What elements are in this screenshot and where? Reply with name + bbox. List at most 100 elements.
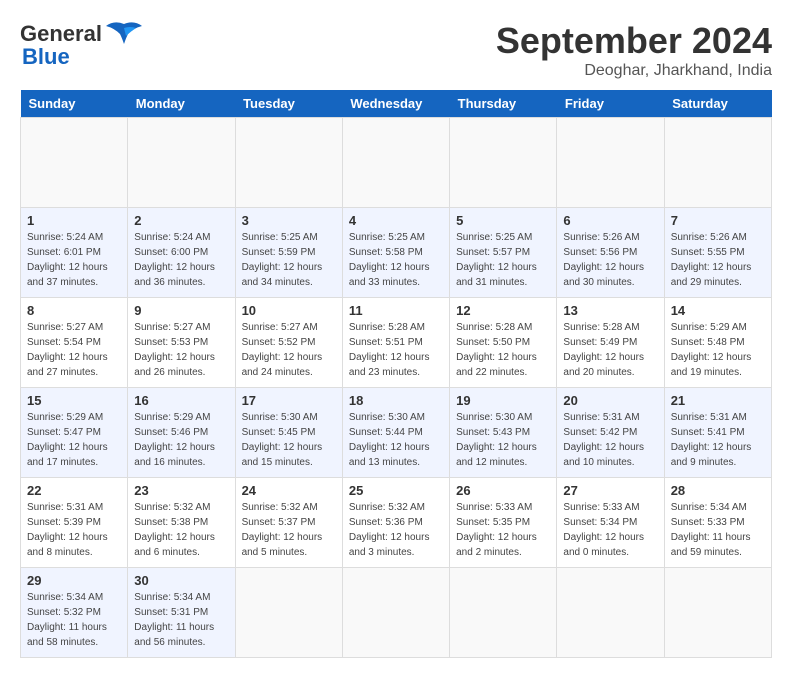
page-header: General Blue September 2024 Deoghar, Jha… (20, 20, 772, 80)
calendar-cell: 4Sunrise: 5:25 AMSunset: 5:58 PMDaylight… (342, 208, 449, 298)
day-info: Sunrise: 5:30 AMSunset: 5:43 PMDaylight:… (456, 410, 550, 470)
day-number: 22 (27, 483, 121, 498)
day-info: Sunrise: 5:28 AMSunset: 5:51 PMDaylight:… (349, 320, 443, 380)
calendar-cell: 18Sunrise: 5:30 AMSunset: 5:44 PMDayligh… (342, 388, 449, 478)
logo-general: General (20, 21, 102, 46)
day-number: 6 (563, 213, 657, 228)
day-number: 25 (349, 483, 443, 498)
calendar-cell (128, 118, 235, 208)
logo: General Blue (20, 20, 142, 70)
calendar-cell: 19 Sunrise: 5:30 AMSunset: 5:43 PMDayligh… (450, 388, 557, 478)
calendar-table: Sunday Monday Tuesday Wednesday Thursday… (20, 90, 772, 658)
day-number: 24 (242, 483, 336, 498)
day-number: 26 (456, 483, 550, 498)
day-info: Sunrise: 5:27 AMSunset: 5:53 PMDaylight:… (134, 320, 228, 380)
day-number: 29 (27, 573, 121, 588)
calendar-cell: 22 Sunrise: 5:31 AMSunset: 5:39 PMDayligh… (21, 478, 128, 568)
day-number: 7 (671, 213, 765, 228)
day-info: Sunrise: 5:24 AMSunset: 6:01 PMDaylight:… (27, 230, 121, 290)
day-info: Sunrise: 5:29 AMSunset: 5:46 PMDaylight:… (134, 410, 228, 470)
calendar-cell: 9 Sunrise: 5:27 AMSunset: 5:53 PMDaylight… (128, 298, 235, 388)
calendar-row-2: 8Sunrise: 5:27 AMSunset: 5:54 PMDaylight… (21, 298, 772, 388)
day-number: 9 (134, 303, 228, 318)
day-info: Sunrise: 5:29 AMSunset: 5:47 PMDaylight:… (27, 410, 121, 470)
day-info: Sunrise: 5:33 AMSunset: 5:35 PMDaylight:… (456, 500, 550, 560)
day-number: 28 (671, 483, 765, 498)
calendar-cell: 23Sunrise: 5:32 AMSunset: 5:38 PMDayligh… (128, 478, 235, 568)
calendar-cell (557, 568, 664, 658)
day-number: 20 (563, 393, 657, 408)
day-number: 1 (27, 213, 121, 228)
calendar-cell: 2Sunrise: 5:24 AMSunset: 6:00 PMDaylight… (128, 208, 235, 298)
calendar-cell (450, 118, 557, 208)
calendar-cell (342, 568, 449, 658)
calendar-header-row: Sunday Monday Tuesday Wednesday Thursday… (21, 90, 772, 118)
header-thursday: Thursday (450, 90, 557, 118)
day-info: Sunrise: 5:32 AMSunset: 5:36 PMDaylight:… (349, 500, 443, 560)
calendar-cell (450, 568, 557, 658)
calendar-cell: 30 Sunrise: 5:34 AMSunset: 5:31 PMDayligh… (128, 568, 235, 658)
calendar-cell: 7 Sunrise: 5:26 AMSunset: 5:55 PMDaylight… (664, 208, 771, 298)
calendar-cell (235, 118, 342, 208)
calendar-cell: 8Sunrise: 5:27 AMSunset: 5:54 PMDaylight… (21, 298, 128, 388)
day-info: Sunrise: 5:31 AMSunset: 5:39 PMDaylight:… (27, 500, 121, 560)
calendar-cell (342, 118, 449, 208)
header-monday: Monday (128, 90, 235, 118)
day-info: Sunrise: 5:30 AMSunset: 5:44 PMDaylight:… (349, 410, 443, 470)
header-sunday: Sunday (21, 90, 128, 118)
calendar-row-4: 22 Sunrise: 5:31 AMSunset: 5:39 PMDayligh… (21, 478, 772, 568)
calendar-cell: 25 Sunrise: 5:32 AMSunset: 5:36 PMDayligh… (342, 478, 449, 568)
header-friday: Friday (557, 90, 664, 118)
day-info: Sunrise: 5:34 AMSunset: 5:31 PMDaylight:… (134, 590, 228, 650)
header-wednesday: Wednesday (342, 90, 449, 118)
day-info: Sunrise: 5:32 AMSunset: 5:37 PMDaylight:… (242, 500, 336, 560)
calendar-cell: 11 Sunrise: 5:28 AMSunset: 5:51 PMDayligh… (342, 298, 449, 388)
day-number: 27 (563, 483, 657, 498)
day-info: Sunrise: 5:34 AMSunset: 5:33 PMDaylight:… (671, 500, 765, 560)
calendar-cell: 24 Sunrise: 5:32 AMSunset: 5:37 PMDayligh… (235, 478, 342, 568)
day-number: 3 (242, 213, 336, 228)
calendar-row-1: 1 Sunrise: 5:24 AMSunset: 6:01 PMDaylight… (21, 208, 772, 298)
day-info: Sunrise: 5:34 AMSunset: 5:32 PMDaylight:… (27, 590, 121, 650)
day-info: Sunrise: 5:31 AMSunset: 5:42 PMDaylight:… (563, 410, 657, 470)
calendar-cell (664, 568, 771, 658)
calendar-row-3: 15 Sunrise: 5:29 AMSunset: 5:47 PMDayligh… (21, 388, 772, 478)
header-tuesday: Tuesday (235, 90, 342, 118)
day-info: Sunrise: 5:27 AMSunset: 5:54 PMDaylight:… (27, 320, 121, 380)
calendar-cell: 26 Sunrise: 5:33 AMSunset: 5:35 PMDayligh… (450, 478, 557, 568)
calendar-cell: 21Sunrise: 5:31 AMSunset: 5:41 PMDayligh… (664, 388, 771, 478)
day-number: 23 (134, 483, 228, 498)
logo-bird-icon (106, 20, 142, 48)
day-number: 12 (456, 303, 550, 318)
calendar-cell: 27Sunrise: 5:33 AMSunset: 5:34 PMDayligh… (557, 478, 664, 568)
calendar-cell: 13Sunrise: 5:28 AMSunset: 5:49 PMDayligh… (557, 298, 664, 388)
day-info: Sunrise: 5:25 AMSunset: 5:59 PMDaylight:… (242, 230, 336, 290)
title-block: September 2024 Deoghar, Jharkhand, India (496, 20, 772, 80)
day-info: Sunrise: 5:26 AMSunset: 5:55 PMDaylight:… (671, 230, 765, 290)
day-number: 11 (349, 303, 443, 318)
calendar-cell: 12 Sunrise: 5:28 AMSunset: 5:50 PMDayligh… (450, 298, 557, 388)
calendar-cell: 29 Sunrise: 5:34 AMSunset: 5:32 PMDayligh… (21, 568, 128, 658)
day-number: 2 (134, 213, 228, 228)
calendar-cell: 1 Sunrise: 5:24 AMSunset: 6:01 PMDaylight… (21, 208, 128, 298)
calendar-row-5: 29 Sunrise: 5:34 AMSunset: 5:32 PMDayligh… (21, 568, 772, 658)
calendar-cell (235, 568, 342, 658)
day-info: Sunrise: 5:27 AMSunset: 5:52 PMDaylight:… (242, 320, 336, 380)
calendar-cell: 28 Sunrise: 5:34 AMSunset: 5:33 PMDayligh… (664, 478, 771, 568)
calendar-cell: 16Sunrise: 5:29 AMSunset: 5:46 PMDayligh… (128, 388, 235, 478)
day-info: Sunrise: 5:25 AMSunset: 5:57 PMDaylight:… (456, 230, 550, 290)
day-info: Sunrise: 5:25 AMSunset: 5:58 PMDaylight:… (349, 230, 443, 290)
calendar-cell: 14Sunrise: 5:29 AMSunset: 5:48 PMDayligh… (664, 298, 771, 388)
location-subtitle: Deoghar, Jharkhand, India (496, 62, 772, 80)
day-number: 19 (456, 393, 550, 408)
day-number: 15 (27, 393, 121, 408)
day-info: Sunrise: 5:28 AMSunset: 5:50 PMDaylight:… (456, 320, 550, 380)
calendar-cell: 15 Sunrise: 5:29 AMSunset: 5:47 PMDayligh… (21, 388, 128, 478)
calendar-cell: 6 Sunrise: 5:26 AMSunset: 5:56 PMDaylight… (557, 208, 664, 298)
calendar-body: 1 Sunrise: 5:24 AMSunset: 6:01 PMDaylight… (21, 118, 772, 658)
day-number: 30 (134, 573, 228, 588)
day-info: Sunrise: 5:26 AMSunset: 5:56 PMDaylight:… (563, 230, 657, 290)
calendar-cell: 20 Sunrise: 5:31 AMSunset: 5:42 PMDayligh… (557, 388, 664, 478)
calendar-cell (664, 118, 771, 208)
calendar-cell: 17Sunrise: 5:30 AMSunset: 5:45 PMDayligh… (235, 388, 342, 478)
